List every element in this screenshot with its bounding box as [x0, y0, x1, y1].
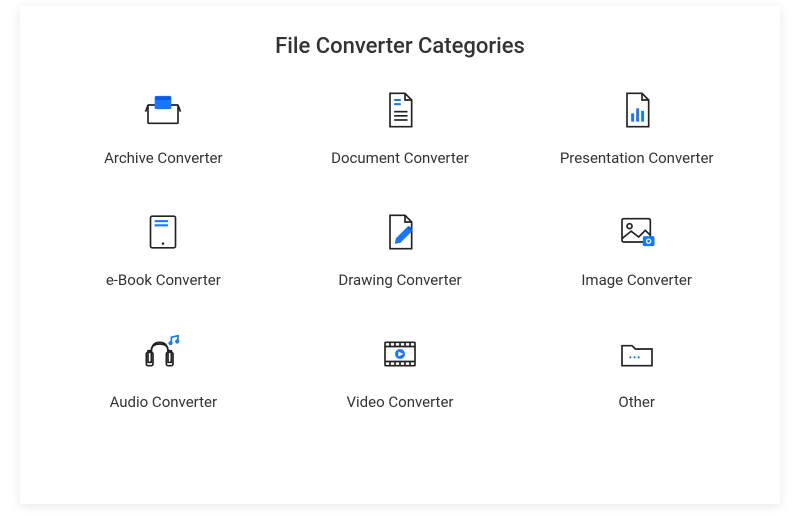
category-drawing[interactable]: Drawing Converter: [297, 211, 504, 289]
category-label: Audio Converter: [110, 393, 217, 411]
image-icon: [616, 211, 658, 253]
category-label: Image Converter: [581, 271, 692, 289]
category-image[interactable]: Image Converter: [533, 211, 740, 289]
document-icon: [379, 89, 421, 131]
category-label: Video Converter: [346, 393, 453, 411]
category-video[interactable]: Video Converter: [297, 333, 504, 411]
video-icon: [379, 333, 421, 375]
category-label: Presentation Converter: [560, 149, 714, 167]
category-document[interactable]: Document Converter: [297, 89, 504, 167]
drawing-icon: [379, 211, 421, 253]
ebook-icon: [142, 211, 184, 253]
category-label: Other: [618, 393, 655, 411]
category-presentation[interactable]: Presentation Converter: [533, 89, 740, 167]
presentation-icon: [616, 89, 658, 131]
category-archive[interactable]: Archive Converter: [60, 89, 267, 167]
category-label: Drawing Converter: [338, 271, 461, 289]
folder-icon: [616, 333, 658, 375]
category-audio[interactable]: Audio Converter: [60, 333, 267, 411]
page-title: File Converter Categories: [60, 34, 740, 59]
audio-icon: [142, 333, 184, 375]
category-label: Document Converter: [331, 149, 469, 167]
category-label: Archive Converter: [104, 149, 222, 167]
category-other[interactable]: Other: [533, 333, 740, 411]
categories-card: File Converter Categories Archive Conver…: [20, 6, 780, 504]
categories-grid: Archive Converter Document Converter: [60, 89, 740, 411]
category-label: e-Book Converter: [106, 271, 221, 289]
category-ebook[interactable]: e-Book Converter: [60, 211, 267, 289]
archive-icon: [142, 89, 184, 131]
